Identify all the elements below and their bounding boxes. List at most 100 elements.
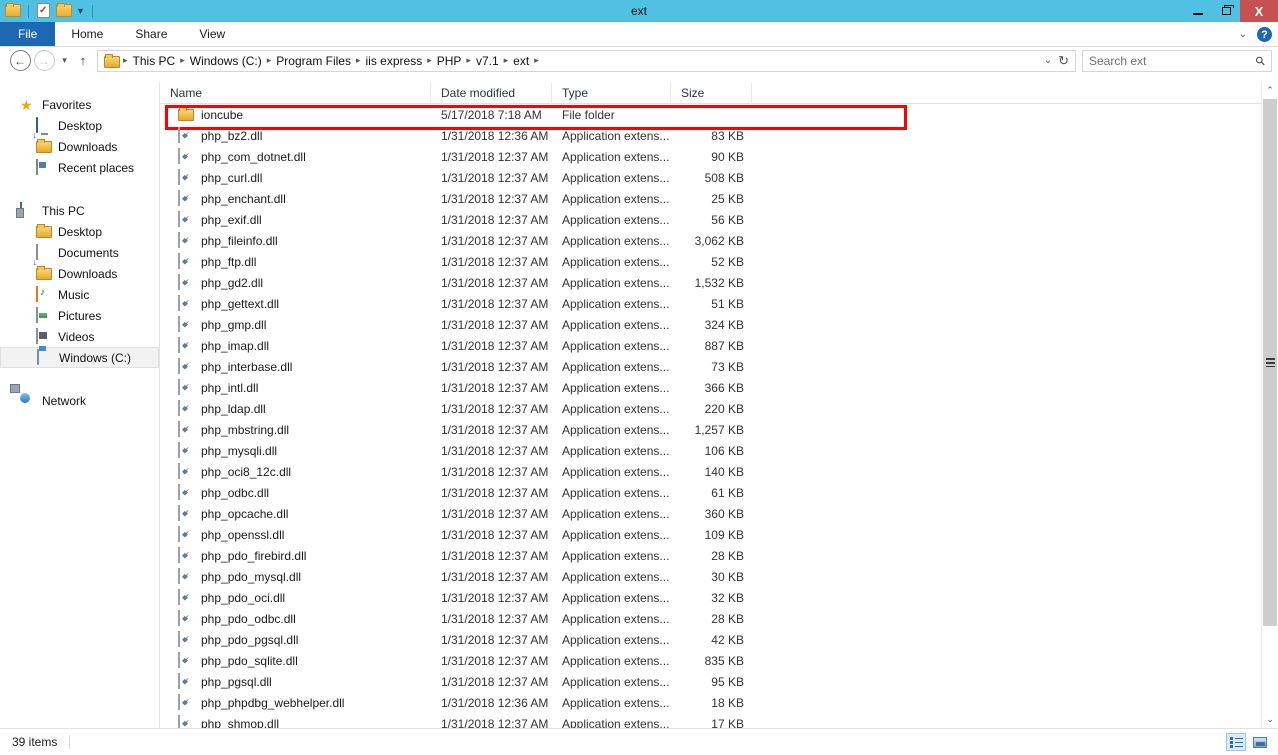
table-row[interactable]: php_exif.dll 1/31/2018 12:37 AM Applicatio…: [160, 209, 1278, 230]
table-row[interactable]: php_ldap.dll 1/31/2018 12:37 AM Applicatio…: [160, 398, 1278, 419]
breadcrumb-item-program-files[interactable]: Program Files: [273, 54, 354, 68]
table-row[interactable]: php_oci8_12c.dll 1/31/2018 12:37 AM Applic…: [160, 461, 1278, 482]
tab-view[interactable]: View: [183, 22, 241, 46]
table-row[interactable]: php_pdo_sqlite.dll 1/31/2018 12:37 AM Appl…: [160, 650, 1278, 671]
table-row[interactable]: php_phpdbg_webhelper.dll 1/31/2018 12:36 …: [160, 692, 1278, 713]
table-row[interactable]: php_gd2.dll 1/31/2018 12:37 AM Application…: [160, 272, 1278, 293]
sidebar-item-music[interactable]: Music: [0, 284, 159, 305]
breadcrumb-sep-1[interactable]: ▸: [178, 55, 187, 66]
forward-button[interactable]: →: [32, 49, 56, 73]
table-row[interactable]: php_bz2.dll 1/31/2018 12:36 AM Application…: [160, 125, 1278, 146]
table-row[interactable]: php_pdo_firebird.dll 1/31/2018 12:37 AM Ap…: [160, 545, 1278, 566]
file-name-cell[interactable]: php_oci8_12c.dll: [160, 462, 431, 480]
breadcrumb-sep-7[interactable]: ▸: [532, 55, 541, 66]
breadcrumb-sep-3[interactable]: ▸: [354, 55, 363, 66]
file-name-cell[interactable]: php_odbc.dll: [160, 483, 431, 501]
table-row[interactable]: php_pdo_odbc.dll 1/31/2018 12:37 AM Applic…: [160, 608, 1278, 629]
sidebar-item-this-pc[interactable]: This PC: [0, 200, 159, 221]
breadcrumb-item-php[interactable]: PHP: [434, 54, 465, 68]
minimize-button[interactable]: [1184, 0, 1212, 22]
file-name-cell[interactable]: php_pdo_firebird.dll: [160, 546, 431, 564]
breadcrumb-item-this-pc[interactable]: This PC: [130, 54, 179, 68]
column-header-date-modified[interactable]: Date modified: [431, 82, 552, 104]
table-row[interactable]: php_fileinfo.dll 1/31/2018 12:37 AM Applic…: [160, 230, 1278, 251]
sidebar-item-pc-downloads[interactable]: ↓ Downloads: [0, 257, 159, 284]
search-icon[interactable]: ⚲: [1253, 52, 1269, 68]
table-row[interactable]: php_com_dotnet.dll 1/31/2018 12:37 AM Appl…: [160, 146, 1278, 167]
file-name-cell[interactable]: php_imap.dll: [160, 336, 431, 354]
tab-file[interactable]: File: [0, 22, 56, 46]
table-row[interactable]: php_opcache.dll 1/31/2018 12:37 AM Applica…: [160, 503, 1278, 524]
table-row[interactable]: ioncube 5/17/2018 7:18 AM File folder: [160, 104, 1278, 130]
sidebar-item-desktop[interactable]: Desktop: [0, 115, 159, 136]
file-name-cell[interactable]: php_mbstring.dll: [160, 420, 431, 438]
file-name-cell[interactable]: php_pdo_sqlite.dll: [160, 651, 431, 669]
table-row[interactable]: php_pdo_mysql.dll 1/31/2018 12:37 AM Appli…: [160, 566, 1278, 587]
table-row[interactable]: php_openssl.dll 1/31/2018 12:37 AM Applica…: [160, 524, 1278, 545]
tab-share[interactable]: Share: [119, 22, 183, 46]
breadcrumb-item-v71[interactable]: v7.1: [473, 54, 502, 68]
table-row[interactable]: php_odbc.dll 1/31/2018 12:37 AM Applicatio…: [160, 482, 1278, 503]
scrollbar-thumb[interactable]: [1263, 99, 1277, 626]
large-icons-view-button[interactable]: [1250, 733, 1270, 751]
sidebar-item-pictures[interactable]: Pictures: [0, 305, 159, 326]
sidebar-item-downloads[interactable]: ↓ Downloads: [0, 130, 159, 157]
file-name-cell[interactable]: php_opcache.dll: [160, 504, 431, 522]
scrollbar-track[interactable]: [1262, 99, 1278, 711]
file-name-cell[interactable]: php_mysqli.dll: [160, 441, 431, 459]
file-name-cell[interactable]: php_interbase.dll: [160, 357, 431, 375]
file-name-cell[interactable]: php_shmop.dll: [160, 714, 431, 728]
breadcrumb-sep-2[interactable]: ▸: [265, 55, 274, 66]
file-name-cell[interactable]: php_pgsql.dll: [160, 672, 431, 690]
table-row[interactable]: php_pgsql.dll 1/31/2018 12:37 AM Applicati…: [160, 671, 1278, 692]
breadcrumb-item-ext[interactable]: ext: [510, 54, 532, 68]
file-name-cell[interactable]: php_gmp.dll: [160, 315, 431, 333]
breadcrumb-sep-5[interactable]: ▸: [464, 55, 473, 66]
maximize-button[interactable]: [1212, 0, 1240, 22]
file-name-cell[interactable]: php_intl.dll: [160, 378, 431, 396]
vertical-scrollbar[interactable]: ⌃ ⌄: [1261, 82, 1278, 728]
table-row[interactable]: php_mbstring.dll 1/31/2018 12:37 AM Applic…: [160, 419, 1278, 440]
up-button[interactable]: ↑: [73, 53, 93, 68]
table-row[interactable]: php_enchant.dll 1/31/2018 12:37 AM Applica…: [160, 188, 1278, 209]
tab-home[interactable]: Home: [55, 22, 119, 46]
column-header-size[interactable]: Size: [671, 82, 752, 104]
table-row[interactable]: php_pdo_pgsql.dll 1/31/2018 12:37 AM Appli…: [160, 629, 1278, 650]
file-name-cell[interactable]: php_gd2.dll: [160, 273, 431, 291]
table-row[interactable]: php_interbase.dll 1/31/2018 12:37 AM Appli…: [160, 356, 1278, 377]
file-name-cell[interactable]: php_curl.dll: [160, 168, 431, 186]
sidebar-item-pc-desktop[interactable]: Desktop: [0, 221, 159, 242]
back-button[interactable]: ←: [8, 49, 32, 73]
scroll-up-button[interactable]: ⌃: [1262, 82, 1278, 99]
file-name-cell[interactable]: php_pdo_mysql.dll: [160, 567, 431, 585]
file-name-cell[interactable]: php_enchant.dll: [160, 189, 431, 207]
table-row[interactable]: php_intl.dll 1/31/2018 12:37 AM Applicatio…: [160, 377, 1278, 398]
scroll-down-button[interactable]: ⌄: [1262, 711, 1278, 728]
help-icon[interactable]: ?: [1257, 27, 1272, 42]
file-name-cell[interactable]: ioncube: [160, 107, 431, 123]
breadcrumb-item-iis-express[interactable]: iis express: [363, 54, 426, 68]
file-name-cell[interactable]: php_openssl.dll: [160, 525, 431, 543]
file-name-cell[interactable]: php_gettext.dll: [160, 294, 431, 312]
file-name-cell[interactable]: php_pdo_oci.dll: [160, 588, 431, 606]
breadcrumb-bar[interactable]: ▸ This PC ▸ Windows (C:) ▸ Program Files…: [97, 49, 1076, 72]
sidebar-item-recent-places[interactable]: Recent places: [0, 157, 159, 178]
file-name-cell[interactable]: php_pdo_odbc.dll: [160, 609, 431, 627]
file-name-cell[interactable]: php_ldap.dll: [160, 399, 431, 417]
table-row[interactable]: php_ftp.dll 1/31/2018 12:37 AM Application…: [160, 251, 1278, 272]
column-header-type[interactable]: Type: [552, 82, 671, 104]
expand-ribbon-caret-icon[interactable]: ⌄: [1239, 29, 1247, 40]
file-name-cell[interactable]: php_exif.dll: [160, 210, 431, 228]
table-row[interactable]: php_gmp.dll 1/31/2018 12:37 AM Application…: [160, 314, 1278, 335]
table-row[interactable]: php_shmop.dll 1/31/2018 12:37 AM Applicati…: [160, 713, 1278, 728]
address-dropdown-caret-icon[interactable]: ⌄: [1044, 55, 1052, 66]
file-name-cell[interactable]: php_phpdbg_webhelper.dll: [160, 693, 431, 711]
file-name-cell[interactable]: php_com_dotnet.dll: [160, 147, 431, 165]
table-row[interactable]: php_imap.dll 1/31/2018 12:37 AM Applicatio…: [160, 335, 1278, 356]
file-name-cell[interactable]: php_ftp.dll: [160, 252, 431, 270]
recent-locations-caret-icon[interactable]: ▾: [56, 55, 73, 66]
sidebar-item-favorites[interactable]: ★ Favorites: [0, 94, 159, 115]
close-button[interactable]: X: [1240, 0, 1278, 22]
details-view-button[interactable]: [1226, 733, 1246, 751]
sidebar-item-windows-c[interactable]: Windows (C:): [0, 347, 159, 368]
